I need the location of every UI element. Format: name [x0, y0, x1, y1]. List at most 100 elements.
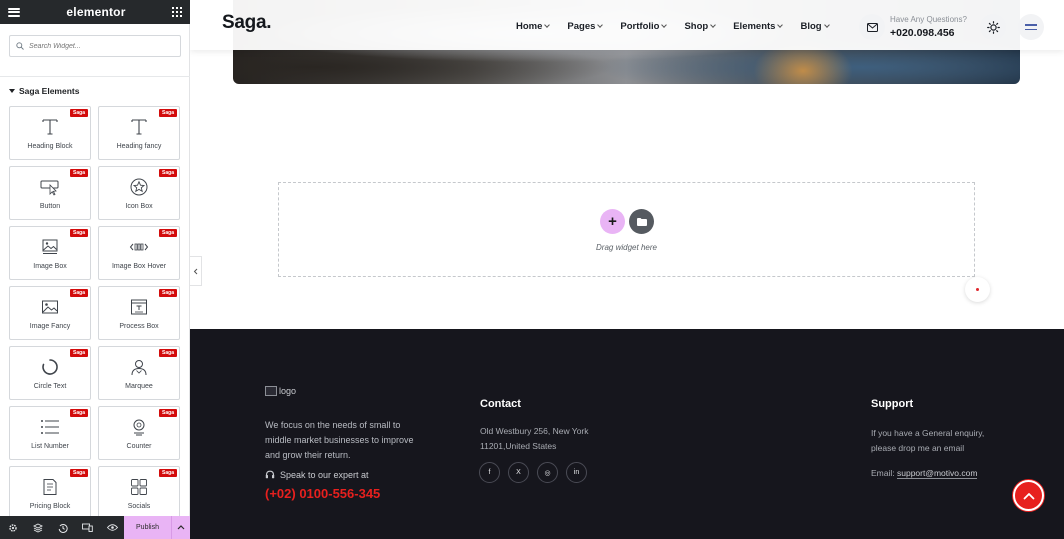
history-icon[interactable] — [50, 516, 75, 539]
panel-footer: Publish — [0, 516, 190, 539]
chevron-up-icon — [1023, 492, 1034, 499]
nav-label: Shop — [684, 21, 709, 32]
dribbble-icon[interactable]: ◎ — [537, 462, 558, 483]
chevron-down-icon — [597, 22, 604, 28]
saga-badge: Saga — [70, 109, 88, 117]
footer-logo-alt: logo — [279, 386, 297, 396]
site-header: Saga. Home Pages Portfolio Shop Elements… — [190, 0, 1064, 50]
widget-heading-fancy[interactable]: Saga Heading fancy — [98, 106, 180, 160]
widget-heading-block[interactable]: Saga Heading Block — [9, 106, 91, 160]
saga-badge: Saga — [70, 469, 88, 477]
publish-button[interactable]: Publish — [124, 516, 171, 539]
support-text: If you have a General enquiry, please dr… — [871, 428, 985, 453]
saga-badge: Saga — [159, 289, 177, 297]
x-icon[interactable]: X — [508, 462, 529, 483]
facebook-icon[interactable]: f — [479, 462, 500, 483]
section-settings-button[interactable] — [965, 277, 990, 302]
have-questions-label: Have Any Questions? — [890, 15, 967, 24]
widget-label: Circle Text — [33, 383, 67, 390]
panel-collapse-button[interactable] — [190, 256, 202, 286]
site-footer: logo We focus on the needs of small to m… — [190, 329, 1064, 539]
navigator-layers-icon[interactable] — [25, 516, 50, 539]
widget-counter[interactable]: Saga Counter — [98, 406, 180, 460]
widget-socials[interactable]: Saga Socials — [98, 466, 180, 516]
widget-list-number[interactable]: Saga List Number — [9, 406, 91, 460]
counter-icon — [129, 417, 149, 437]
widget-circle-text[interactable]: Saga Circle Text — [9, 346, 91, 400]
widget-pricing-block[interactable]: Saga Pricing Block — [9, 466, 91, 516]
nav-item-portfolio[interactable]: Portfolio — [620, 21, 668, 32]
nav-label: Pages — [567, 21, 596, 32]
back-to-top-button[interactable] — [1013, 480, 1044, 511]
widget-process-box[interactable]: Saga Process Box — [98, 286, 180, 340]
search-box — [9, 35, 181, 57]
nav-label: Blog — [800, 21, 822, 32]
social-links: f X ◎ in — [479, 462, 595, 483]
circle-icon — [40, 357, 60, 377]
saga-badge: Saga — [70, 409, 88, 417]
widget-label: Counter — [126, 443, 152, 450]
caret-down-icon — [9, 89, 15, 93]
nav-item-pages[interactable]: Pages — [567, 21, 604, 32]
panel-title: elementor — [66, 5, 126, 19]
nav-label: Elements — [733, 21, 776, 32]
saga-badge: Saga — [70, 289, 88, 297]
nav-item-blog[interactable]: Blog — [800, 21, 830, 32]
widget-label: Heading Block — [27, 143, 73, 150]
chevron-up-icon[interactable] — [171, 516, 190, 539]
panel-header: elementor — [0, 0, 190, 24]
widget-icon-box[interactable]: Saga Icon Box — [98, 166, 180, 220]
widget-label: Heading fancy — [116, 143, 162, 150]
settings-gear-icon[interactable] — [0, 516, 25, 539]
folder-icon[interactable] — [629, 209, 654, 234]
chevron-down-icon — [777, 22, 784, 28]
drop-area[interactable]: + Drag widget here — [278, 182, 975, 277]
widget-marquee[interactable]: Saga Marquee — [98, 346, 180, 400]
saga-badge: Saga — [70, 169, 88, 177]
add-section-button[interactable]: + — [600, 209, 625, 234]
main-nav: Home Pages Portfolio Shop Elements Blog — [516, 21, 847, 32]
responsive-mode-icon[interactable] — [75, 516, 100, 539]
heading-icon — [40, 117, 60, 137]
chevron-left-icon — [193, 268, 198, 274]
category-toggle[interactable]: Saga Elements — [9, 86, 79, 96]
process-icon — [129, 297, 149, 317]
linkedin-icon[interactable]: in — [566, 462, 587, 483]
widget-label: List Number — [31, 443, 69, 450]
widget-grid: Saga Heading Block Saga Heading fancy Sa… — [9, 106, 181, 516]
nav-item-shop[interactable]: Shop — [684, 21, 717, 32]
site-logo[interactable]: Saga. — [222, 12, 272, 34]
image-icon — [40, 297, 60, 317]
elementor-editor: Saga. Home Pages Portfolio Shop Elements… — [0, 0, 1064, 539]
pricing-icon — [40, 477, 60, 497]
widget-button[interactable]: Saga Button — [9, 166, 91, 220]
headset-icon — [265, 470, 275, 479]
divider — [0, 76, 190, 77]
widget-label: Image Fancy — [29, 323, 71, 330]
widget-image-box[interactable]: Saga Image Box — [9, 226, 91, 280]
widget-label: Button — [39, 203, 61, 210]
speak-text: Speak to our expert at — [280, 470, 369, 480]
sun-icon[interactable] — [980, 14, 1006, 40]
nav-item-home[interactable]: Home — [516, 21, 551, 32]
menu-toggle-icon[interactable] — [1018, 14, 1044, 40]
widget-image-box-hover[interactable]: Saga Image Box Hover — [98, 226, 180, 280]
widget-image-fancy[interactable]: Saga Image Fancy — [9, 286, 91, 340]
header-phone[interactable]: +020.098.456 — [890, 27, 955, 39]
search-input[interactable] — [29, 42, 169, 50]
preview-eye-icon[interactable] — [100, 516, 125, 539]
footer-phone-link[interactable]: (+02) 0100-556-345 — [265, 486, 380, 501]
widgets-grid-icon[interactable] — [172, 7, 182, 17]
chevron-down-icon — [661, 22, 668, 28]
mail-icon — [859, 14, 885, 40]
support-email-link[interactable]: support@motivo.com — [896, 468, 978, 479]
drag-widget-hint: Drag widget here — [596, 243, 657, 252]
hamburger-menu-icon[interactable] — [8, 7, 20, 17]
saga-badge: Saga — [159, 409, 177, 417]
widget-label: Marquee — [125, 383, 153, 390]
widget-label: Pricing Block — [29, 503, 71, 510]
nav-item-elements[interactable]: Elements — [733, 21, 784, 32]
saga-badge: Saga — [159, 229, 177, 237]
image-icon — [40, 237, 60, 257]
footer-about-text: We focus on the needs of small to middle… — [265, 420, 414, 460]
